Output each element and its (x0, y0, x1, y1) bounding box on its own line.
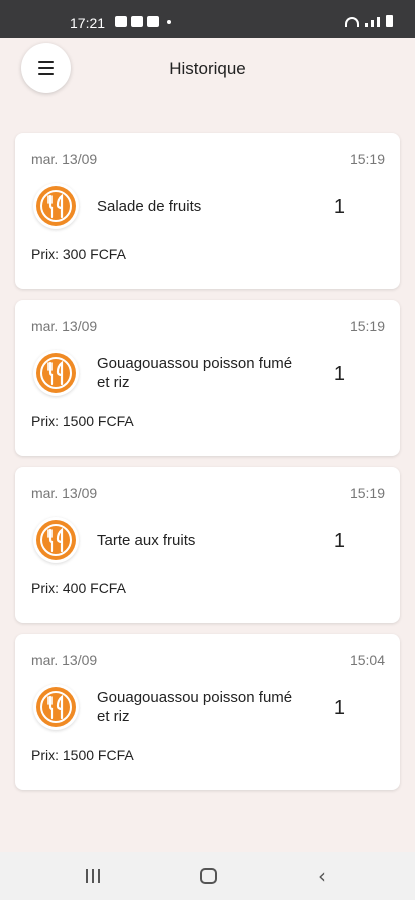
item-quantity: 1 (333, 530, 345, 552)
item-name: Gouagouassou poisson fumé et riz (97, 355, 293, 391)
restaurant-icon (33, 517, 79, 563)
more-notifications-icon (167, 20, 171, 24)
item-name: Salade de fruits (97, 198, 202, 215)
signal-icon (365, 23, 368, 27)
system-icons (345, 15, 393, 27)
system-navigation-bar: ‹ (0, 852, 415, 900)
restaurant-icon (33, 350, 79, 396)
order-card[interactable]: mar. 13/09 15:19 Tarte aux fruits 1 Prix… (15, 467, 400, 623)
item-quantity: 1 (333, 697, 345, 719)
recent-apps-icon[interactable] (86, 869, 100, 883)
item-quantity: 1 (333, 196, 345, 218)
order-card[interactable]: mar. 13/09 15:19 Gouagouassou poisson fu… (15, 300, 400, 456)
order-card[interactable]: mar. 13/09 15:04 Gouagouassou poisson fu… (15, 634, 400, 790)
item-price: Prix: 1500 FCFA (31, 413, 134, 429)
item-quantity: 1 (333, 363, 345, 385)
order-time: 15:04 (349, 652, 385, 668)
order-time: 15:19 (349, 485, 385, 501)
item-name: Tarte aux fruits (97, 532, 196, 549)
status-bar: 17:21 (0, 0, 415, 38)
restaurant-icon (33, 183, 79, 229)
youtube-icon (147, 16, 159, 27)
order-time: 15:19 (349, 151, 385, 167)
order-date: mar. 13/09 (31, 318, 98, 334)
item-price: Prix: 400 FCFA (31, 580, 126, 596)
wifi-icon (345, 17, 359, 27)
restaurant-icon (33, 684, 79, 730)
order-date: mar. 13/09 (31, 151, 98, 167)
status-time: 17:21 (70, 15, 106, 31)
order-card[interactable]: mar. 13/09 15:19 Salade de fruits 1 Prix… (15, 133, 400, 289)
message-icon (115, 16, 127, 27)
item-price: Prix: 300 FCFA (31, 246, 126, 262)
page-title: Historique (169, 59, 246, 78)
battery-icon (386, 15, 393, 27)
app-header: Historique (0, 38, 415, 100)
back-icon[interactable]: ‹ (318, 864, 326, 888)
gallery-icon (131, 16, 143, 27)
order-date: mar. 13/09 (31, 485, 98, 501)
item-name: Gouagouassou poisson fumé et riz (97, 689, 293, 725)
order-date: mar. 13/09 (31, 652, 98, 668)
home-icon[interactable] (200, 868, 217, 884)
order-time: 15:19 (349, 318, 385, 334)
order-history-list: mar. 13/09 15:19 Salade de fruits 1 Prix… (15, 133, 400, 801)
item-price: Prix: 1500 FCFA (31, 747, 134, 763)
notification-icons (115, 16, 171, 27)
